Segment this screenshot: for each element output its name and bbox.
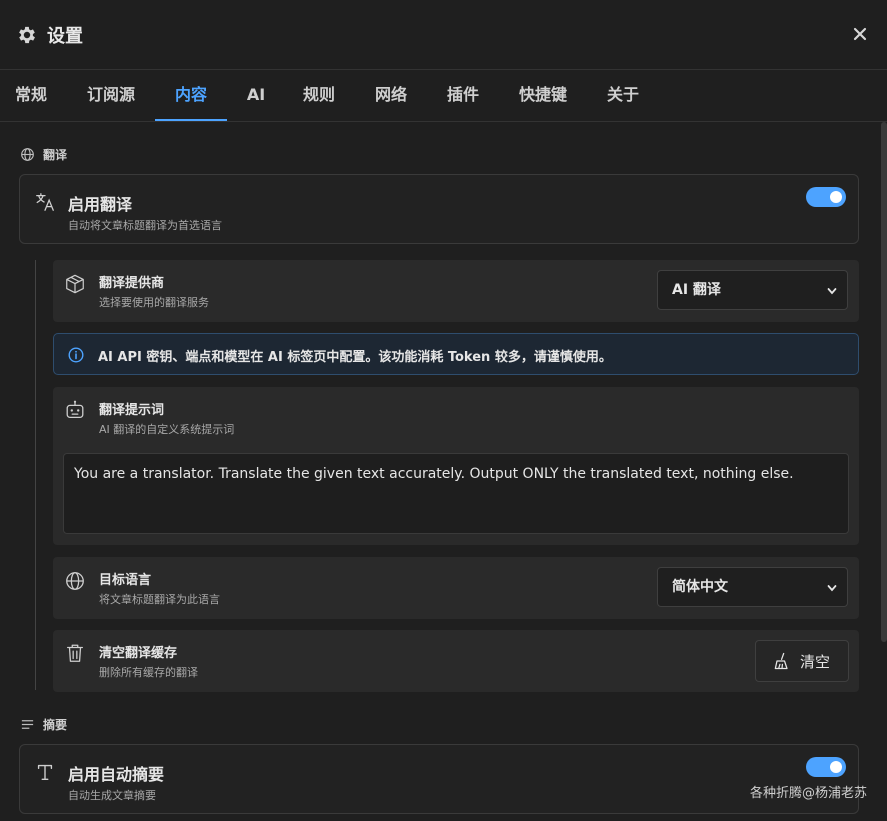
toggle-knob (830, 191, 842, 203)
tab-rules[interactable]: 规则 (294, 70, 344, 121)
settings-content: 翻译 启用翻译 自动将文章标题翻译为首选语言 翻译提供商 选择要使用的翻译服务 … (0, 122, 887, 821)
provider-select-value: AI 翻译 (672, 282, 721, 298)
tab-network[interactable]: 网络 (366, 70, 416, 121)
text-icon (37, 764, 53, 781)
gear-icon (19, 26, 35, 44)
target-language-select[interactable]: 简体中文 (657, 567, 848, 607)
info-icon (68, 347, 84, 363)
section-summary-header: 摘要 (20, 716, 67, 733)
settings-dialog: 设置 常规 订阅源 内容 AI 规则 网络 插件 快捷键 关于 翻译 启用翻译 … (0, 0, 887, 821)
clear-cache-title: 清空翻译缓存 (99, 646, 178, 661)
enable-summary-title: 启用自动摘要 (68, 765, 165, 784)
target-language-title: 目标语言 (99, 573, 152, 588)
globe-icon (66, 572, 84, 590)
enable-translation-card: 启用翻译 自动将文章标题翻译为首选语言 (19, 174, 859, 244)
target-language-row: 目标语言 将文章标题翻译为此语言 简体中文 (53, 557, 859, 619)
translate-icon (36, 193, 54, 211)
enable-summary-toggle[interactable] (806, 757, 846, 777)
enable-translation-desc: 自动将文章标题翻译为首选语言 (68, 219, 222, 232)
tab-content[interactable]: 内容 (155, 70, 227, 121)
clear-cache-desc: 删除所有缓存的翻译 (99, 666, 198, 679)
clear-cache-row: 清空翻译缓存 删除所有缓存的翻译 (53, 630, 859, 692)
enable-translation-title: 启用翻译 (68, 195, 133, 214)
tab-general[interactable]: 常规 (0, 70, 62, 121)
info-text: AI API 密钥、端点和模型在 AI 标签页中配置。该功能消耗 Token 较… (98, 350, 612, 365)
tab-about[interactable]: 关于 (598, 70, 648, 121)
lines-icon (21, 720, 34, 729)
info-banner: AI API 密钥、端点和模型在 AI 标签页中配置。该功能消耗 Token 较… (53, 333, 859, 375)
indent-guide (35, 260, 36, 690)
section-summary-label: 摘要 (43, 718, 68, 732)
tab-ai[interactable]: AI (236, 70, 276, 121)
enable-translation-toggle[interactable] (806, 187, 846, 207)
chevron-down-icon (827, 585, 837, 592)
section-translation-header: 翻译 (20, 146, 67, 163)
prompt-desc: AI 翻译的自定义系统提示词 (99, 423, 235, 436)
trash-icon (67, 644, 83, 662)
globe-icon (21, 148, 34, 161)
package-icon (66, 274, 84, 294)
tab-plugins[interactable]: 插件 (438, 70, 488, 121)
chevron-down-icon (827, 288, 837, 295)
tab-feeds[interactable]: 订阅源 (74, 70, 148, 121)
robot-icon (66, 400, 84, 418)
toggle-knob (830, 761, 842, 773)
target-language-desc: 将文章标题翻译为此语言 (99, 593, 220, 606)
section-translation-label: 翻译 (43, 148, 68, 162)
clear-cache-button-label: 清空 (800, 653, 831, 671)
enable-summary-card: 启用自动摘要 自动生成文章摘要 (19, 744, 859, 814)
dialog-title: 设置 (47, 26, 83, 47)
provider-title: 翻译提供商 (99, 276, 165, 291)
provider-select[interactable]: AI 翻译 (657, 270, 848, 310)
watermark: 各种折腾@杨浦老苏 (749, 786, 867, 801)
dialog-header: 设置 (0, 0, 887, 70)
target-language-value: 简体中文 (672, 579, 728, 595)
tab-bar: 常规 订阅源 内容 AI 规则 网络 插件 快捷键 关于 (0, 70, 887, 122)
broom-icon (774, 652, 788, 670)
prompt-title: 翻译提示词 (99, 403, 165, 418)
provider-desc: 选择要使用的翻译服务 (99, 296, 209, 309)
provider-row: 翻译提供商 选择要使用的翻译服务 AI 翻译 (53, 260, 859, 322)
tab-shortcuts[interactable]: 快捷键 (510, 70, 576, 121)
clear-cache-button[interactable]: 清空 (755, 640, 849, 682)
enable-summary-desc: 自动生成文章摘要 (68, 789, 156, 802)
close-icon[interactable] (851, 25, 869, 43)
prompt-textarea[interactable] (63, 453, 849, 534)
